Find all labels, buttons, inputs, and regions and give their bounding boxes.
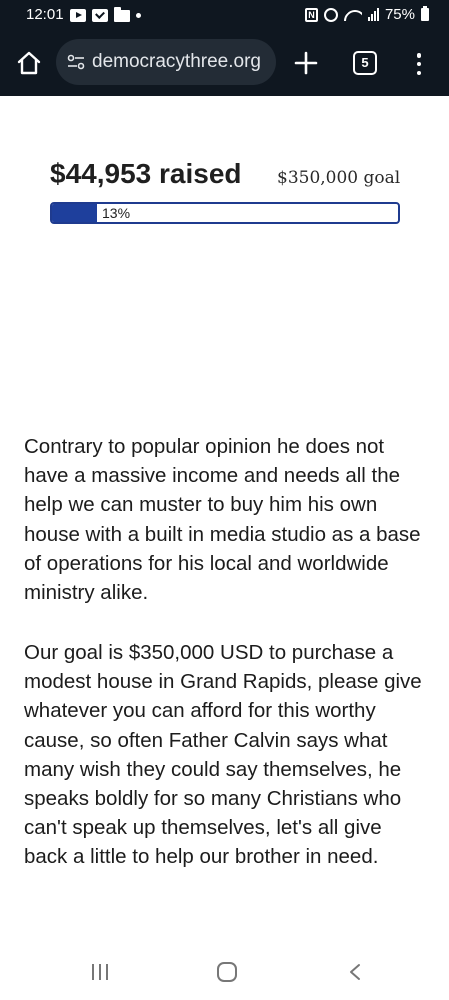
fundraising-progress-bar: 13% (50, 202, 400, 224)
status-bar: 12:01 N 75% (0, 0, 449, 32)
recents-icon[interactable] (92, 964, 108, 980)
status-time: 12:01 (26, 6, 64, 23)
browser-toolbar: democracythree.org 5 (0, 32, 449, 96)
new-tab-plus-icon[interactable] (292, 49, 320, 77)
battery-percent: 75% (384, 6, 415, 23)
home-icon[interactable] (16, 50, 42, 76)
back-icon[interactable] (348, 963, 362, 981)
progress-percent-label: 13% (102, 205, 131, 221)
address-bar[interactable]: democracythree.org (56, 39, 276, 85)
checkbox-notification-icon (92, 9, 108, 22)
description-paragraph-2: Our goal is $350,000 USD to purchase a m… (24, 641, 422, 869)
signal-icon (367, 8, 379, 21)
folder-notification-icon (114, 7, 130, 22)
notification-icons (70, 7, 141, 22)
tab-switcher-icon[interactable]: 5 (353, 51, 377, 75)
wifi-icon (344, 8, 362, 21)
url-text[interactable]: democracythree.org (92, 51, 261, 73)
nfc-icon: N (304, 7, 318, 22)
youtube-notification-icon (70, 9, 86, 22)
system-icons: N 75% (304, 6, 429, 23)
description-paragraph-1: Contrary to popular opinion he does not … (24, 435, 421, 605)
fundraising-goal: $350,000 goal (277, 168, 401, 188)
overflow-menu-icon[interactable] (412, 51, 426, 77)
more-notifications-dot-icon (136, 13, 141, 18)
amount-raised: $44,953 raised (50, 158, 242, 189)
site-settings-icon[interactable] (66, 52, 86, 72)
battery-icon (421, 6, 429, 21)
alarm-icon (323, 7, 338, 22)
home-icon[interactable] (217, 962, 237, 982)
progress-fill (52, 204, 97, 222)
system-navigation-bar (0, 940, 449, 1000)
